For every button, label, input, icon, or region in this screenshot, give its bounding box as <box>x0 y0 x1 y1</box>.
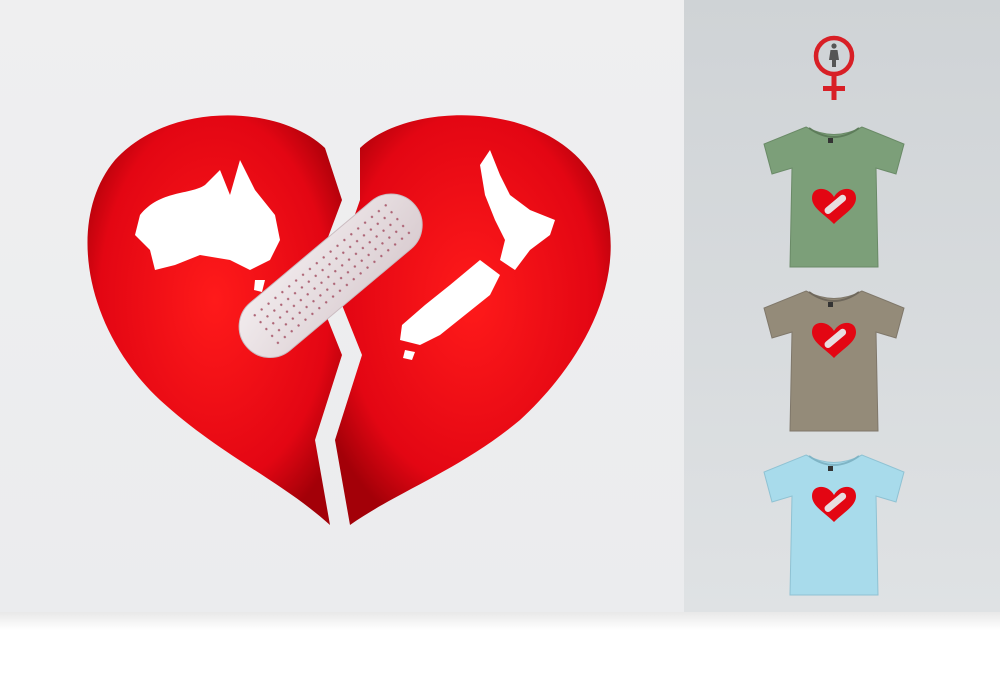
hero-panel <box>0 0 684 612</box>
footer-shadow <box>0 612 1000 630</box>
tshirt-green-icon[interactable] <box>754 122 914 272</box>
tshirt-khaki-icon[interactable] <box>754 286 914 436</box>
female-symbol-icon[interactable] <box>808 34 860 104</box>
broken-heart-bandage-icon <box>87 115 611 526</box>
heart-right-half <box>332 115 611 525</box>
tshirt-lightblue-icon[interactable] <box>754 450 914 600</box>
product-showcase <box>0 0 1000 700</box>
